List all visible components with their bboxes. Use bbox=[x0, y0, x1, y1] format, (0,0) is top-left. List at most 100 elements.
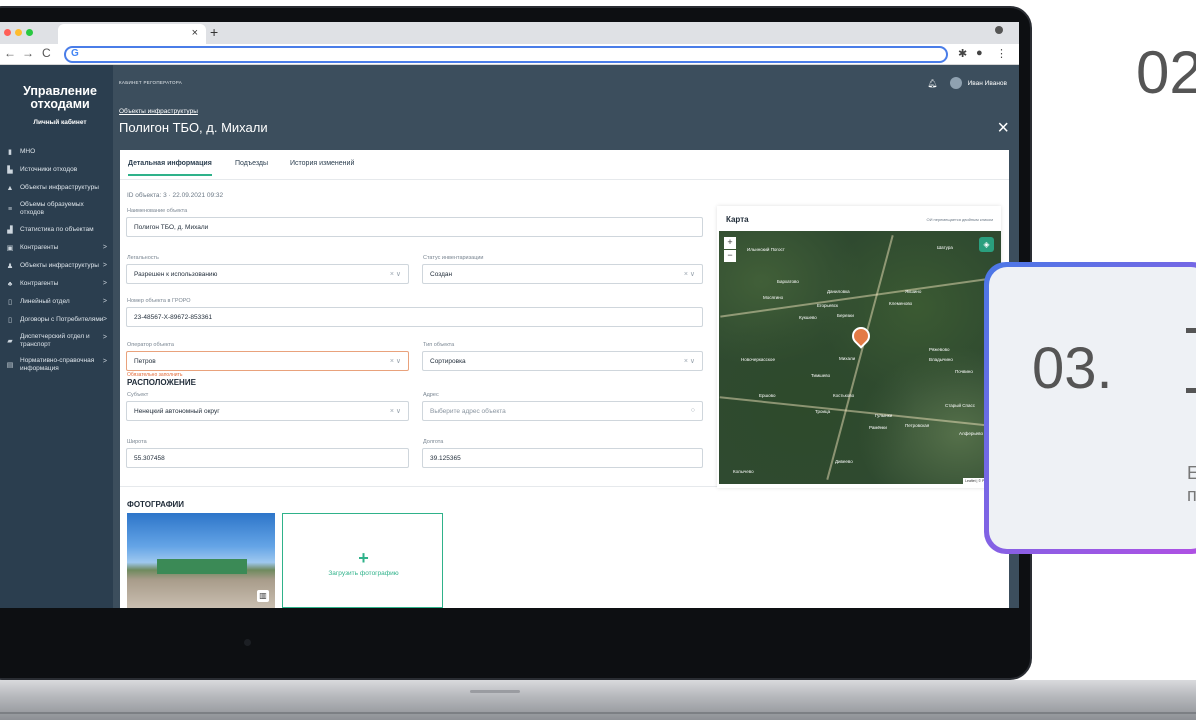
user-menu[interactable]: 🔔︎ Иван Иванов bbox=[927, 77, 1007, 89]
trash-bin-icon: ▮ bbox=[8, 148, 12, 156]
brand-title: Управление отходами bbox=[10, 85, 110, 111]
sidebar-item-label: Диспетчерский отдел и транспорт bbox=[20, 333, 90, 348]
map-place: Якшино bbox=[905, 289, 922, 294]
maximize-window-dot[interactable] bbox=[26, 29, 33, 36]
tab-entrances[interactable]: Подъезды bbox=[235, 160, 268, 167]
clear-chevron-icon[interactable]: × ∨ bbox=[684, 270, 695, 278]
sidebar-item-dispatch[interactable]: ▰ Диспетчерский отдел и транспорт > bbox=[0, 329, 113, 353]
breadcrumb[interactable]: Объекты инфраструктуры bbox=[119, 108, 198, 115]
browser-profile-icon[interactable] bbox=[995, 26, 1003, 34]
browser-tab[interactable]: × bbox=[58, 24, 206, 44]
sidebar-item-waste-sources[interactable]: ▙ Источники отходов bbox=[0, 161, 113, 179]
sidebar-item-contractors-2[interactable]: ♣ Контрагенты > bbox=[0, 275, 113, 293]
sidebar-item-waste-volumes[interactable]: ≡ Объемы образуемых отходов bbox=[0, 197, 113, 221]
tree-icon: ♣ bbox=[7, 280, 13, 288]
operator-select[interactable]: Петров × ∨ bbox=[126, 351, 409, 371]
zoom-out-button[interactable]: − bbox=[724, 250, 736, 262]
photo-thumbnail[interactable]: ▥ bbox=[127, 513, 275, 608]
bell-icon[interactable]: 🔔︎ bbox=[927, 79, 937, 88]
location-pin-icon[interactable] bbox=[848, 323, 874, 349]
close-window-dot[interactable] bbox=[4, 29, 11, 36]
map-place: Егорьевск bbox=[817, 303, 838, 308]
map-place: Троица bbox=[815, 409, 831, 414]
map-place: Костьково bbox=[833, 393, 855, 398]
sidebar-item-label: Статистика по объектам bbox=[20, 226, 94, 233]
trash-icon[interactable]: ▥ bbox=[257, 590, 269, 602]
sidebar-item-label: Источники отходов bbox=[20, 166, 78, 173]
map-place: Клеменово bbox=[889, 301, 913, 306]
clear-chevron-icon[interactable]: × ∨ bbox=[390, 270, 401, 278]
factory-icon: ▙ bbox=[7, 166, 13, 174]
address-input[interactable]: Выберите адрес объекта ○ bbox=[422, 401, 703, 421]
tab-details[interactable]: Детальная информация bbox=[128, 160, 212, 176]
new-tab-button[interactable]: + bbox=[210, 24, 218, 40]
list-icon: ≡ bbox=[7, 205, 13, 213]
sidebar-item-statistics[interactable]: ▟ Статистика по объектам bbox=[0, 221, 113, 239]
sidebar-item-linear-dept[interactable]: ▯ Линейный отдел > bbox=[0, 293, 113, 311]
sidebar-item-contractors[interactable]: ▣ Контрагенты > bbox=[0, 239, 113, 257]
book-icon: ▤ bbox=[6, 361, 14, 369]
sidebar-item-reference[interactable]: ▤ Нормативно-справочная информация > bbox=[0, 353, 113, 377]
longitude-label: Долгота bbox=[423, 439, 444, 445]
subject-select[interactable]: Ненецкий автономный округ × ∨ bbox=[126, 401, 409, 421]
sidebar: Управление отходами Личный кабинет ▮ МНО … bbox=[0, 65, 113, 608]
photo-building bbox=[157, 559, 247, 574]
back-button[interactable]: ← bbox=[4, 46, 16, 60]
chevron-right-icon: > bbox=[102, 316, 107, 323]
slide-glyph-fragment bbox=[1186, 388, 1196, 393]
name-field[interactable]: Полигон ТБО, д. Михали bbox=[126, 217, 703, 237]
close-icon[interactable]: × bbox=[997, 117, 1009, 140]
layers-icon[interactable]: ◈ bbox=[979, 237, 994, 252]
avatar[interactable] bbox=[949, 77, 962, 89]
plus-icon: + bbox=[358, 548, 369, 568]
sidebar-item-contracts[interactable]: ▯ Договоры с Потребителями > bbox=[0, 311, 113, 329]
browser-menu-icon[interactable]: ⋮ bbox=[996, 47, 1007, 60]
id-card-icon: ▣ bbox=[6, 244, 14, 252]
search-icon[interactable]: ○ bbox=[691, 407, 695, 414]
inventory-select[interactable]: Создан × ∨ bbox=[422, 264, 703, 284]
longitude-field[interactable]: 39.125365 bbox=[422, 448, 703, 468]
clear-chevron-icon[interactable]: × ∨ bbox=[684, 357, 695, 365]
extensions-puzzle-icon[interactable]: ✱ bbox=[958, 47, 967, 60]
tab-history[interactable]: История изменений bbox=[290, 160, 354, 167]
map-road bbox=[826, 235, 894, 480]
map-place: Алферьево bbox=[959, 431, 984, 436]
clear-chevron-icon[interactable]: × ∨ bbox=[390, 357, 401, 365]
zoom-in-button[interactable]: + bbox=[724, 237, 736, 249]
sidebar-item-infrastructure[interactable]: ▲ Объекты инфраструктуры bbox=[0, 179, 113, 197]
grro-field[interactable]: 23-48567-X-89672-853361 bbox=[126, 307, 703, 327]
type-select[interactable]: Сортировка × ∨ bbox=[422, 351, 703, 371]
latitude-field[interactable]: 55.307458 bbox=[126, 448, 409, 468]
upload-photo-button[interactable]: + Загрузить фотографию bbox=[282, 513, 443, 608]
sidebar-item-infrastructure-objects[interactable]: ♟ Объекты инфраструктуры > bbox=[0, 257, 113, 275]
laptop-base-edge bbox=[0, 712, 1196, 714]
chevron-right-icon: > bbox=[102, 334, 107, 341]
brand-subtitle: Личный кабинет bbox=[33, 119, 87, 126]
truck-icon: ▰ bbox=[7, 337, 13, 345]
sidebar-item-mno[interactable]: ▮ МНО bbox=[0, 143, 113, 161]
profile-avatar-icon[interactable]: ● bbox=[976, 47, 983, 59]
map-card: Карта ОИ перемещается двойным кликом + −… bbox=[717, 206, 1001, 488]
address-bar[interactable]: G bbox=[64, 46, 948, 63]
tab-close-icon[interactable]: × bbox=[192, 27, 198, 39]
minimize-window-dot[interactable] bbox=[15, 29, 22, 36]
map-place: Почвино bbox=[955, 369, 973, 374]
map-road bbox=[719, 396, 1001, 428]
map-place: Рамёнки bbox=[869, 425, 887, 430]
latitude-value: 55.307458 bbox=[134, 455, 165, 462]
reload-button[interactable]: C bbox=[42, 46, 51, 60]
satellite-map[interactable]: + − ◈ Ильинский Погост Шатура Бархатово … bbox=[719, 231, 1001, 484]
address-placeholder: Выберите адрес объекта bbox=[430, 408, 506, 415]
clear-chevron-icon[interactable]: × ∨ bbox=[390, 407, 401, 415]
sidebar-item-label: Объекты инфраструктуры bbox=[20, 262, 99, 269]
sidebar-item-label: Объекты инфраструктуры bbox=[20, 184, 99, 191]
type-value: Сортировка bbox=[430, 358, 466, 365]
legality-select[interactable]: Разрешен к использованию × ∨ bbox=[126, 264, 409, 284]
map-place: Старый Спасс bbox=[945, 403, 975, 408]
sidebar-item-label: МНО bbox=[20, 148, 36, 155]
type-label: Тип объекта bbox=[423, 342, 455, 348]
map-place: Тимшево bbox=[811, 373, 831, 378]
forward-button[interactable]: → bbox=[22, 46, 34, 60]
user-name[interactable]: Иван Иванов bbox=[968, 80, 1007, 87]
slide-card-inner bbox=[989, 267, 1196, 549]
